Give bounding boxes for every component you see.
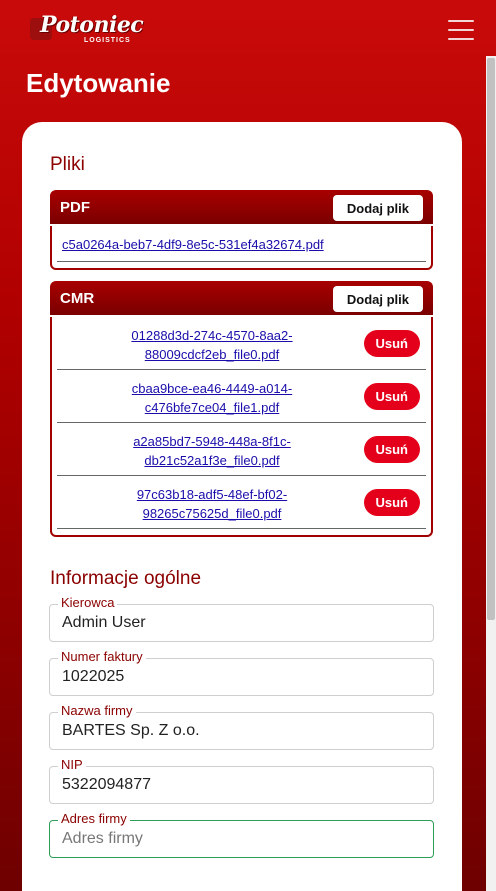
company-name-field: Nazwa firmy — [49, 703, 434, 750]
cmr-file-list: 01288d3d-274c-4570-8aa2- 88009cdcf2eb_fi… — [50, 317, 433, 537]
cmr-file-link[interactable]: 01288d3d-274c-4570-8aa2- 88009cdcf2eb_fi… — [77, 326, 347, 364]
page-title: Edytowanie — [26, 68, 171, 98]
hamburger-menu-icon[interactable] — [448, 20, 474, 40]
logo-subtext: LOGISTICS — [84, 37, 131, 44]
pdf-file-list: c5a0264a-beb7-4df9-8e5c-531ef4a32674.pdf — [50, 226, 433, 270]
pdf-file-group: PDF Dodaj plik c5a0264a-beb7-4df9-8e5c-5… — [50, 190, 433, 270]
nip-label: NIP — [58, 757, 86, 772]
cmr-group-label: CMR — [60, 290, 95, 307]
scrollbar-thumb[interactable] — [487, 58, 495, 620]
add-cmr-button[interactable]: Dodaj plik — [332, 286, 423, 312]
pdf-group-label: PDF — [60, 199, 90, 216]
logo-text: Potoniec — [40, 12, 144, 38]
invoice-number-input[interactable] — [62, 668, 422, 686]
list-item: c5a0264a-beb7-4df9-8e5c-531ef4a32674.pdf — [57, 226, 426, 262]
delete-file-button[interactable]: Usuń — [363, 436, 420, 463]
cmr-group-header: CMR Dodaj plik — [50, 281, 433, 315]
invoice-number-label: Numer faktury — [58, 649, 146, 664]
pdf-file-link[interactable]: c5a0264a-beb7-4df9-8e5c-531ef4a32674.pdf — [62, 237, 324, 252]
company-logo[interactable]: Potoniec LOGISTICS — [30, 12, 144, 46]
driver-label: Kierowca — [58, 595, 118, 610]
delete-file-button[interactable]: Usuń — [363, 330, 420, 357]
company-name-label: Nazwa firmy — [58, 703, 136, 718]
cmr-file-link[interactable]: 97c63b18-adf5-48ef-bf02- 98265c75625d_fi… — [77, 485, 347, 523]
driver-input[interactable] — [62, 614, 422, 632]
cmr-file-link[interactable]: cbaa9bce-ea46-4449-a014- c476bfe7ce04_fi… — [77, 379, 347, 417]
cmr-file-group: CMR Dodaj plik 01288d3d-274c-4570-8aa2- … — [50, 281, 433, 537]
list-item: cbaa9bce-ea46-4449-a014- c476bfe7ce04_fi… — [57, 370, 426, 423]
nip-field: NIP — [49, 757, 434, 804]
driver-field: Kierowca — [49, 595, 434, 642]
invoice-number-field: Numer faktury — [49, 649, 434, 696]
top-bar: Potoniec LOGISTICS — [0, 0, 496, 56]
delete-file-button[interactable]: Usuń — [363, 489, 420, 516]
list-item: a2a85bd7-5948-448a-8f1c- db21c52a1f3e_fi… — [57, 423, 426, 476]
list-item: 97c63b18-adf5-48ef-bf02- 98265c75625d_fi… — [57, 476, 426, 529]
edit-form-card: Pliki PDF Dodaj plik c5a0264a-beb7-4df9-… — [22, 122, 462, 891]
general-info-title: Informacje ogólne — [50, 568, 202, 589]
company-name-input[interactable] — [62, 722, 422, 740]
company-address-label: Adres firmy — [58, 811, 130, 826]
list-item: 01288d3d-274c-4570-8aa2- 88009cdcf2eb_fi… — [57, 317, 426, 370]
pdf-group-header: PDF Dodaj plik — [50, 190, 433, 224]
delete-file-button[interactable]: Usuń — [363, 383, 420, 410]
add-pdf-button[interactable]: Dodaj plik — [332, 195, 423, 221]
nip-input[interactable] — [62, 776, 422, 794]
files-section-title: Pliki — [50, 154, 85, 175]
company-address-field: Adres firmy — [49, 811, 434, 858]
company-address-input[interactable] — [62, 830, 422, 848]
cmr-file-link[interactable]: a2a85bd7-5948-448a-8f1c- db21c52a1f3e_fi… — [77, 432, 347, 470]
